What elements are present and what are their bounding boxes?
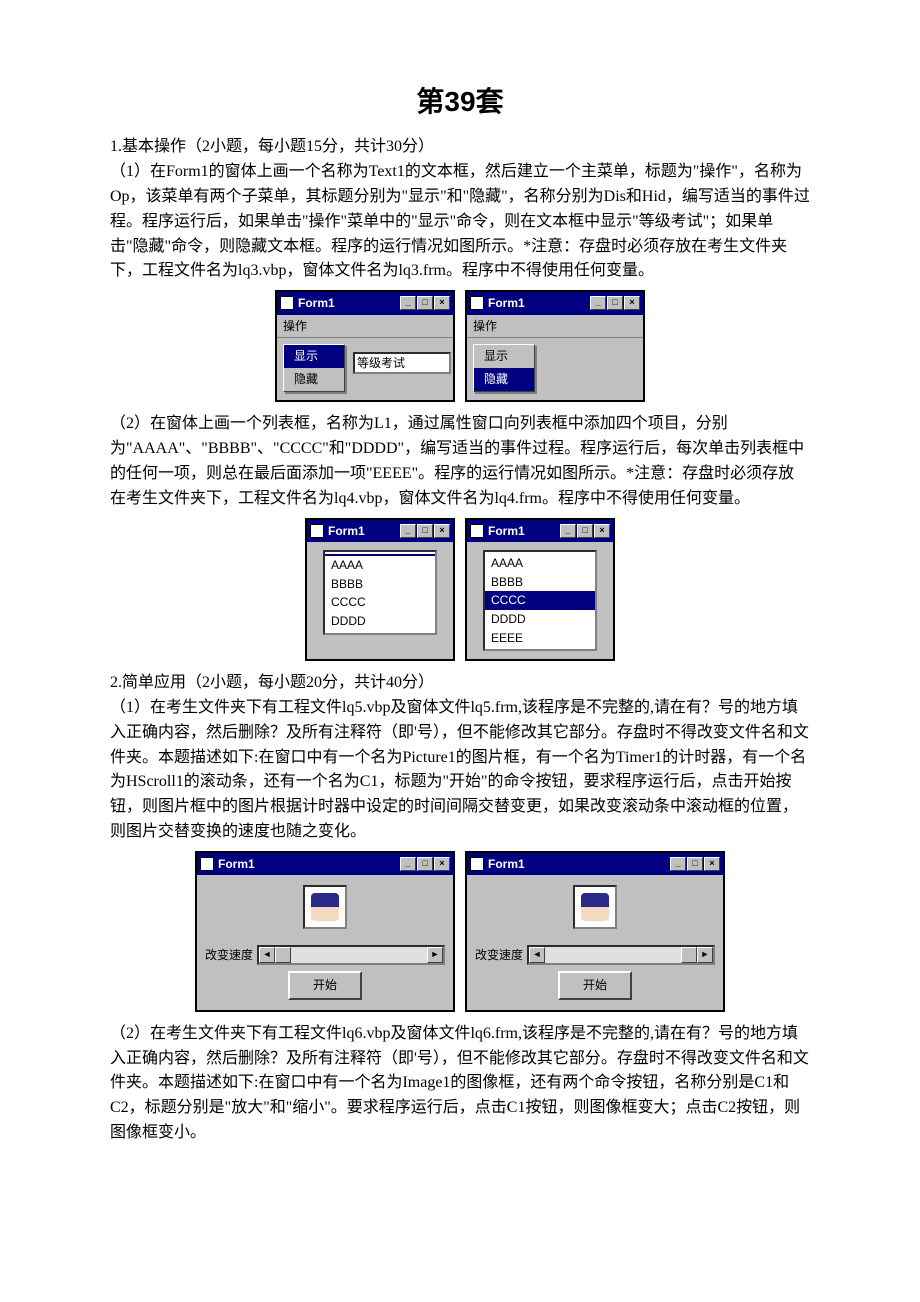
minimize-button[interactable]: _ [670,857,686,871]
list-item[interactable]: BBBB [485,573,595,592]
sys-icon [200,857,214,871]
maximize-button[interactable]: □ [577,524,593,538]
window-title: Form1 [298,294,335,313]
list-item[interactable]: AAAA [325,556,435,575]
maximize-button[interactable]: □ [687,857,703,871]
window-title: Form1 [488,522,525,541]
figure-s1q2: Form1 _ □ × AAAA BBBB CCCC DDDD Form1 _ … [110,518,810,662]
face-icon [581,893,609,921]
menu-item-hide[interactable]: 隐藏 [284,368,344,391]
close-button[interactable]: × [594,524,610,538]
maximize-button[interactable]: □ [417,524,433,538]
menu-item-show[interactable]: 显示 [474,345,534,368]
titlebar: Form1 _ □ × [277,292,453,315]
sys-icon [280,296,294,310]
scroll-thumb[interactable] [275,947,291,963]
picture1 [303,885,347,929]
form1-window: Form1 _ □ × 操作 显示 隐藏 [465,290,645,402]
window-title: Form1 [488,294,525,313]
minimize-button[interactable]: _ [400,857,416,871]
hscroll1[interactable]: ◄ ► [257,945,445,965]
menubar[interactable]: 操作 [277,315,453,339]
doc-title: 第39套 [110,80,810,123]
scroll-right-button[interactable]: ► [697,947,713,963]
section1-q2: （2）在窗体上画一个列表框，名称为L1，通过属性窗口向列表框中添加四个项目，分别… [110,412,810,511]
list-item[interactable]: DDDD [325,612,435,631]
scroll-thumb[interactable] [681,947,697,963]
list-item[interactable]: CCCC [485,591,595,610]
minimize-button[interactable]: _ [400,296,416,310]
list-item[interactable]: BBBB [325,575,435,594]
window-title: Form1 [488,855,525,874]
close-button[interactable]: × [434,524,450,538]
face-icon [311,893,339,921]
close-button[interactable]: × [704,857,720,871]
sys-icon [470,524,484,538]
list-item[interactable]: AAAA [485,554,595,573]
scroll-right-button[interactable]: ► [427,947,443,963]
maximize-button[interactable]: □ [417,857,433,871]
l1-listbox[interactable]: AAAA BBBB CCCC DDDD EEEE [483,550,597,651]
l1-listbox[interactable]: AAAA BBBB CCCC DDDD [323,550,437,634]
text1-textbox[interactable]: 等级考试 [353,352,451,374]
section2-q1: （1）在考生文件夹下有工程文件lq5.vbp及窗体文件lq5.frm,该程序是不… [110,696,810,845]
menu-item-hide[interactable]: 隐藏 [474,368,534,391]
close-button[interactable]: × [434,296,450,310]
titlebar: Form1 _ □ × [467,520,613,543]
figure-s2q1: Form1 _ □ × 改变速度 ◄ ► 开始 Form1 _ [110,851,810,1012]
c1-start-button[interactable]: 开始 [558,971,632,1000]
speed-label: 改变速度 [475,946,523,965]
close-button[interactable]: × [624,296,640,310]
titlebar: Form1 _ □ × [467,292,643,315]
minimize-button[interactable]: _ [590,296,606,310]
titlebar: Form1 _ □ × [307,520,453,543]
maximize-button[interactable]: □ [417,296,433,310]
sys-icon [310,524,324,538]
menu-item-show[interactable]: 显示 [284,345,344,368]
form1-window: Form1 _ □ × 操作 显示 隐藏 等级考试 [275,290,455,402]
menubar[interactable]: 操作 [467,315,643,339]
sys-icon [470,296,484,310]
c1-start-button[interactable]: 开始 [288,971,362,1000]
form1-window: Form1 _ □ × 改变速度 ◄ ► 开始 [195,851,455,1012]
op-dropdown[interactable]: 显示 隐藏 [283,344,345,391]
section2-heading: 2.简单应用（2小题，每小题20分，共计40分） [110,671,810,696]
titlebar: Form1 _ □ × [197,853,453,876]
close-button[interactable]: × [434,857,450,871]
list-item[interactable]: DDDD [485,610,595,629]
sys-icon [470,857,484,871]
window-title: Form1 [328,522,365,541]
window-title: Form1 [218,855,255,874]
minimize-button[interactable]: _ [400,524,416,538]
figure-s1q1: Form1 _ □ × 操作 显示 隐藏 等级考试 Form1 _ □ × 操作 [110,290,810,402]
titlebar: Form1 _ □ × [467,853,723,876]
form1-window: Form1 _ □ × 改变速度 ◄ ► 开始 [465,851,725,1012]
scroll-left-button[interactable]: ◄ [529,947,545,963]
list-item[interactable]: CCCC [325,593,435,612]
picture1 [573,885,617,929]
hscroll1[interactable]: ◄ ► [527,945,715,965]
scroll-left-button[interactable]: ◄ [259,947,275,963]
list-item[interactable]: EEEE [485,629,595,648]
maximize-button[interactable]: □ [607,296,623,310]
op-dropdown[interactable]: 显示 隐藏 [473,344,535,391]
form1-window: Form1 _ □ × AAAA BBBB CCCC DDDD EEEE [465,518,615,662]
form1-window: Form1 _ □ × AAAA BBBB CCCC DDDD [305,518,455,662]
minimize-button[interactable]: _ [560,524,576,538]
section2-q2: （2）在考生文件夹下有工程文件lq6.vbp及窗体文件lq6.frm,该程序是不… [110,1022,810,1146]
section1-q1: （1）在Form1的窗体上画一个名称为Text1的文本框，然后建立一个主菜单，标… [110,160,810,284]
speed-label: 改变速度 [205,946,253,965]
section1-heading: 1.基本操作（2小题，每小题15分，共计30分） [110,135,810,160]
